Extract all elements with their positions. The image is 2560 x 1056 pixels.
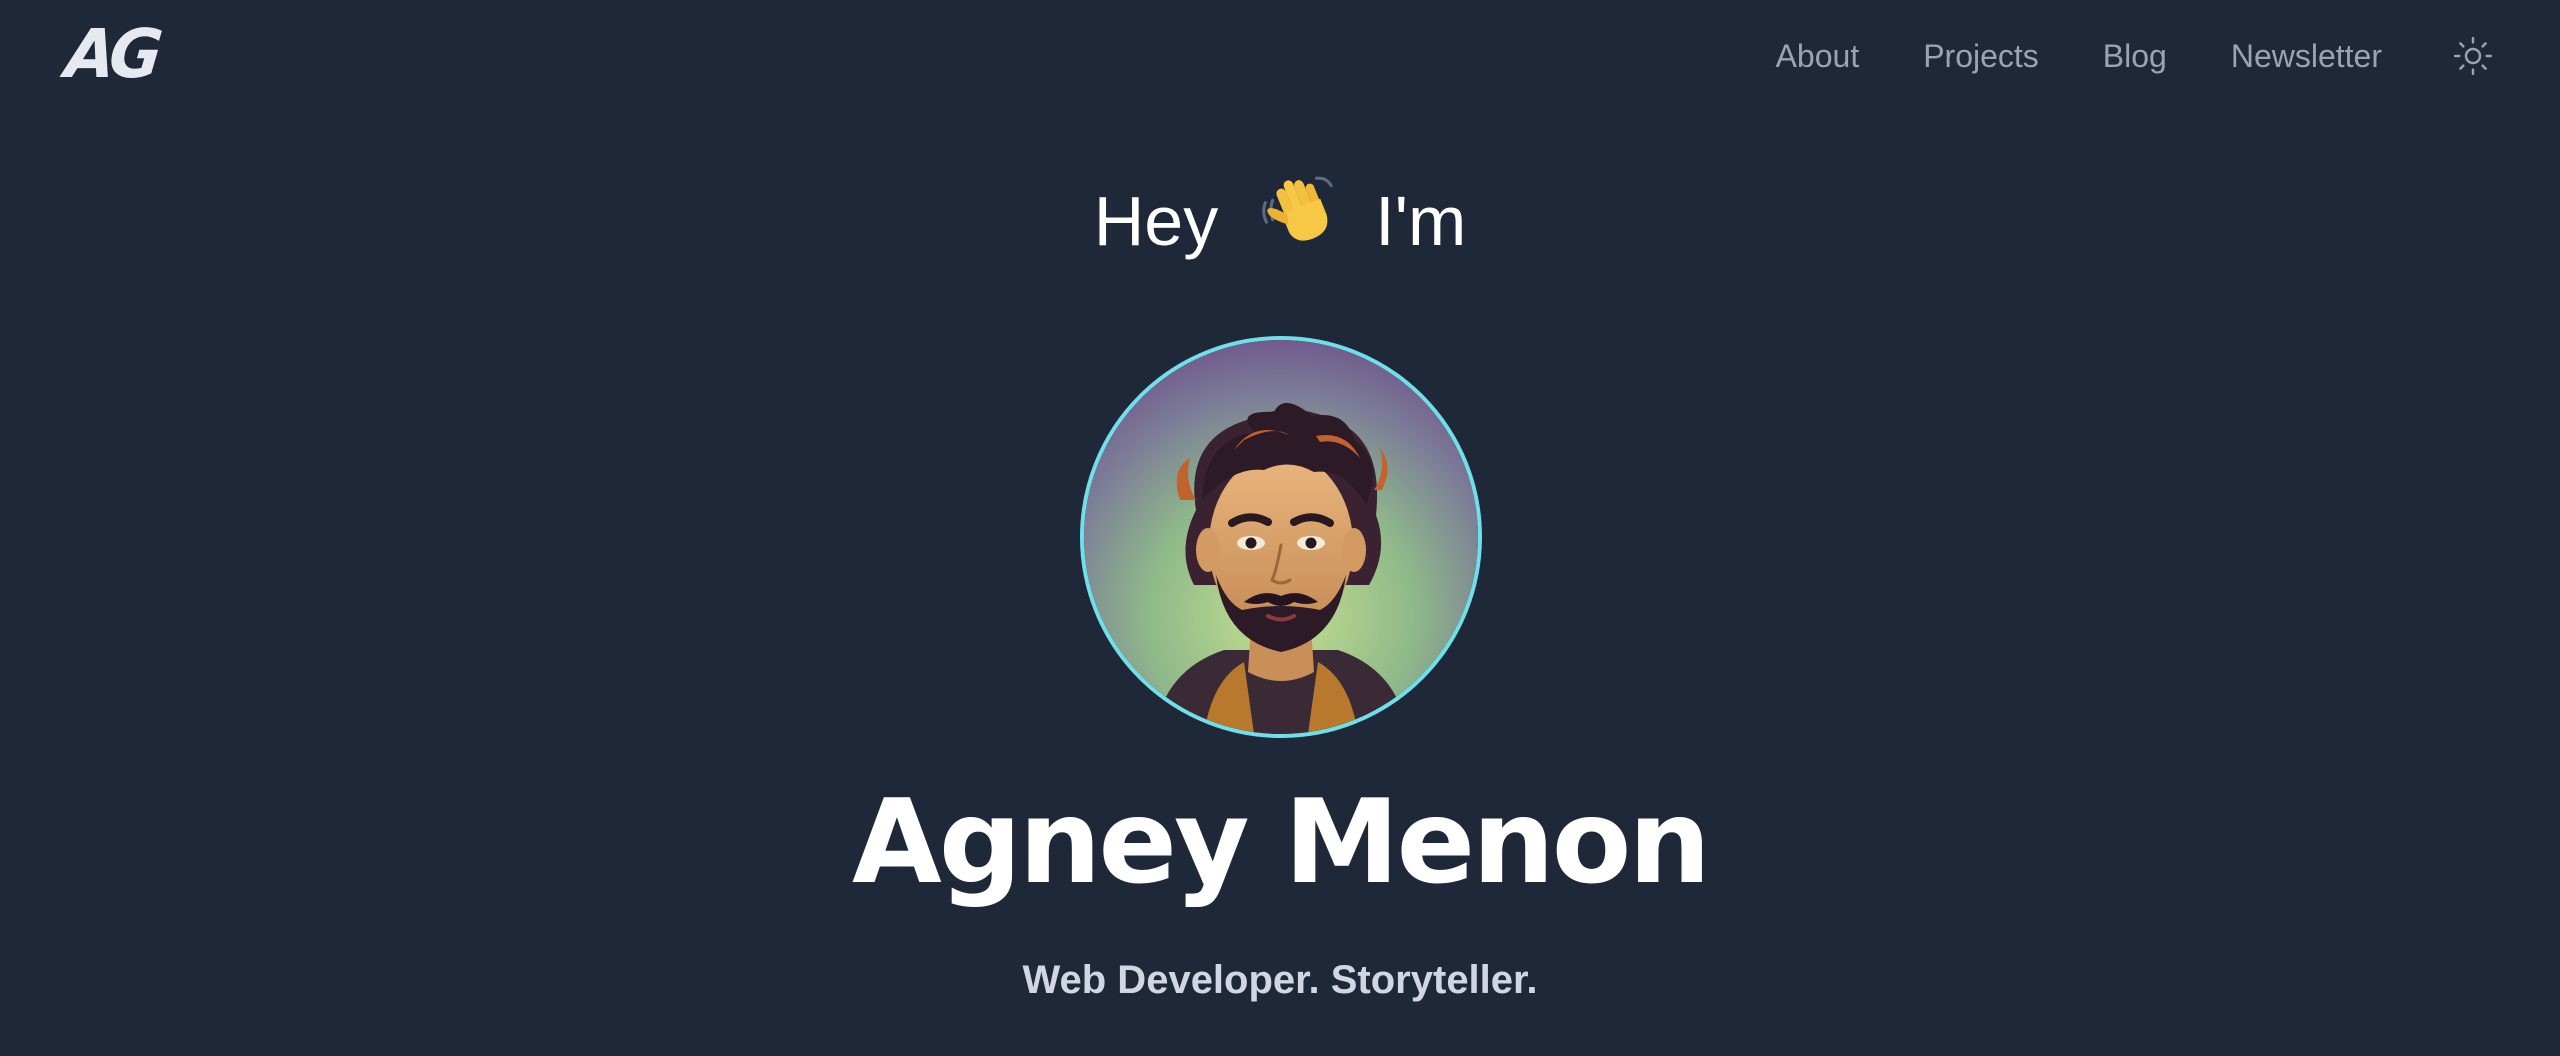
nav-link-newsletter[interactable]: Newsletter [2231, 30, 2382, 82]
nav-link-about[interactable]: About [1776, 30, 1860, 82]
avatar [1080, 336, 1482, 738]
hero-name: Agney Menon [851, 775, 1711, 910]
greeting: Hey I'm [0, 170, 2560, 270]
greeting-im: I'm [1375, 181, 1467, 260]
illustrated-portrait-avatar [1084, 340, 1478, 734]
hero-tagline: Web Developer. Storyteller. [1022, 958, 1538, 1002]
waving-hand-icon [1258, 171, 1336, 270]
main-nav: About Projects Blog Newsletter [1776, 30, 2496, 82]
sun-icon [2453, 36, 2493, 76]
site-logo[interactable]: AG [62, 16, 160, 94]
theme-toggle-button[interactable] [2450, 33, 2496, 79]
greeting-hey: Hey [1093, 181, 1219, 260]
nav-link-blog[interactable]: Blog [2103, 30, 2167, 82]
nav-link-projects[interactable]: Projects [1923, 30, 2039, 82]
